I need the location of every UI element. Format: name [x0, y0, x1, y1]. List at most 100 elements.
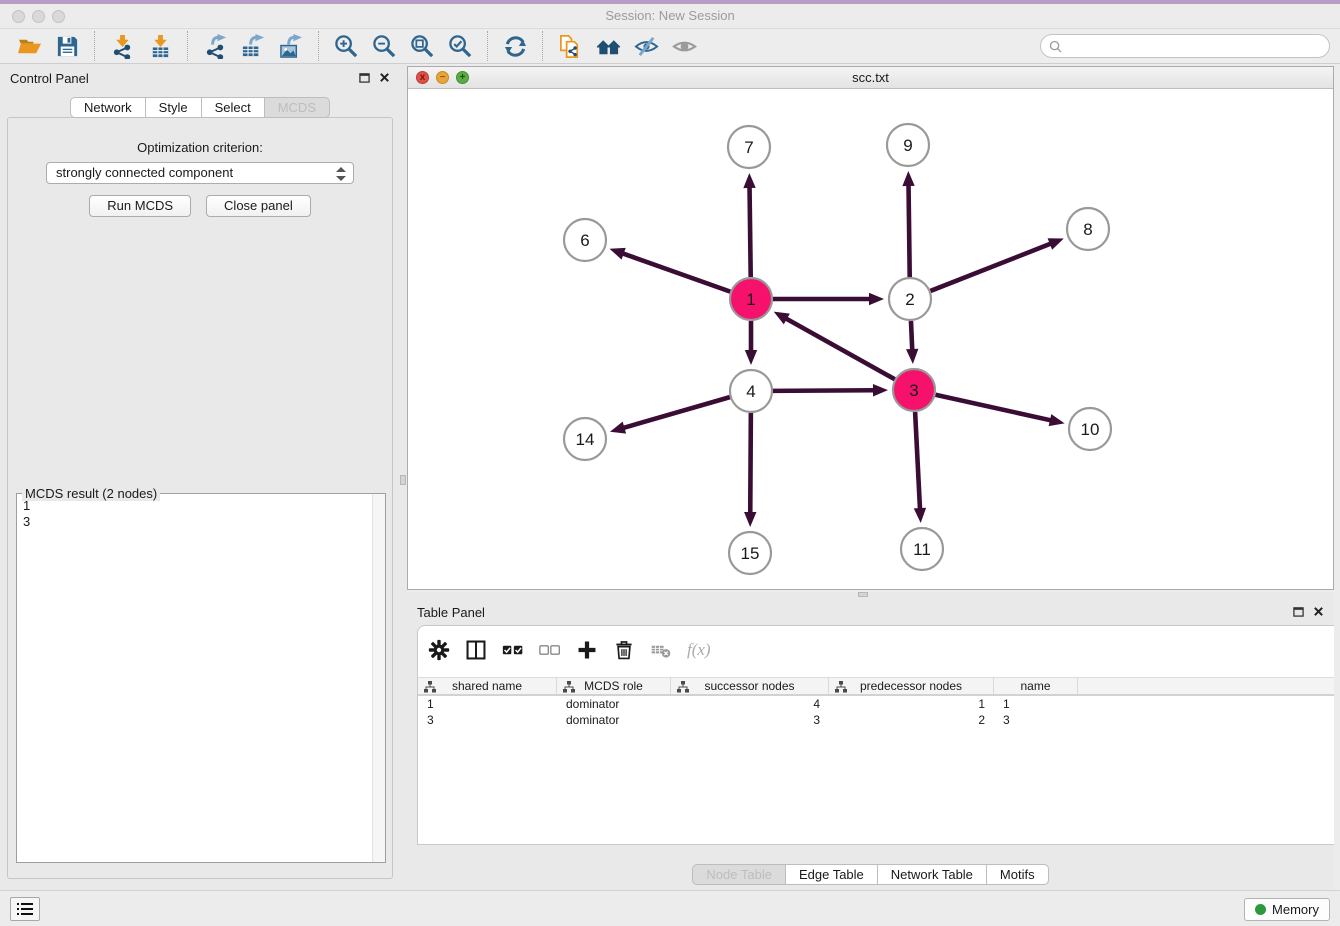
- toolbar-separator: [542, 31, 543, 61]
- export-image-button[interactable]: [272, 30, 310, 62]
- home-button[interactable]: [589, 30, 627, 62]
- edge-4-3[interactable]: [773, 390, 875, 391]
- node-label-11: 11: [913, 540, 931, 559]
- edge-arrowhead: [914, 508, 926, 523]
- cell-name[interactable]: 3: [994, 712, 1078, 728]
- float-panel-icon[interactable]: [1293, 606, 1304, 617]
- show-panel-icon: [672, 34, 697, 59]
- node-label-2: 2: [905, 290, 914, 309]
- save-button[interactable]: [48, 30, 86, 62]
- window-title: Session: New Session: [0, 4, 1340, 28]
- column-header-successor-nodes[interactable]: successor nodes: [671, 678, 829, 694]
- delete-button[interactable]: [613, 637, 635, 663]
- column-header-shared-name[interactable]: shared name: [418, 678, 557, 694]
- columns-button[interactable]: [465, 637, 487, 663]
- search-input[interactable]: [1062, 38, 1321, 54]
- edge-2-3[interactable]: [911, 321, 912, 351]
- network-graph: 1234678910111415: [408, 90, 1333, 590]
- tab-style[interactable]: Style: [145, 97, 202, 118]
- zoom-selected-button[interactable]: [441, 30, 479, 62]
- delete-table-icon: [650, 639, 672, 661]
- open-button[interactable]: [10, 30, 48, 62]
- export-table-button[interactable]: [234, 30, 272, 62]
- zoom-out-button[interactable]: [365, 30, 403, 62]
- cell-name[interactable]: 1: [994, 696, 1078, 712]
- vertical-split-divider[interactable]: [400, 64, 407, 890]
- edge-arrowhead: [869, 293, 884, 305]
- select-all-button[interactable]: [502, 637, 524, 663]
- edge-arrowhead: [1049, 414, 1065, 426]
- edge-arrowhead: [609, 248, 625, 260]
- edge-2-9[interactable]: [909, 184, 910, 277]
- column-type-icon: [677, 681, 689, 693]
- tab-node-table[interactable]: Node Table: [692, 864, 786, 885]
- edge-3-11[interactable]: [915, 412, 920, 510]
- add-button[interactable]: [576, 637, 598, 663]
- result-scrollbar[interactable]: [372, 494, 385, 862]
- tab-mcds[interactable]: MCDS: [264, 97, 330, 118]
- edge-1-6[interactable]: [622, 253, 731, 292]
- tab-edge-table[interactable]: Edge Table: [785, 864, 878, 885]
- cell-shared-name[interactable]: 1: [418, 696, 557, 712]
- zoom-fit-button[interactable]: [403, 30, 441, 62]
- cell-predecessor-nodes[interactable]: 1: [829, 696, 994, 712]
- memory-label: Memory: [1272, 902, 1319, 917]
- edge-2-8[interactable]: [930, 243, 1051, 291]
- divider-handle[interactable]: [400, 475, 406, 485]
- export-network-button[interactable]: [196, 30, 234, 62]
- divider-handle[interactable]: [858, 592, 868, 597]
- table-panel-title: Table Panel: [417, 605, 485, 620]
- cell-successor-nodes[interactable]: 3: [671, 712, 829, 728]
- delete-table-button[interactable]: [650, 637, 672, 663]
- show-panel-button[interactable]: [665, 30, 703, 62]
- close-panel-button[interactable]: Close panel: [206, 195, 311, 217]
- cell-MCDS-role[interactable]: dominator: [557, 696, 671, 712]
- cell-shared-name[interactable]: 3: [418, 712, 557, 728]
- run-mcds-button[interactable]: Run MCDS: [89, 195, 191, 217]
- refresh-button[interactable]: [496, 30, 534, 62]
- import-network-icon: [110, 34, 135, 59]
- gear-button[interactable]: [428, 637, 450, 663]
- control-panel-header: Control Panel: [0, 64, 400, 94]
- import-table-button[interactable]: [141, 30, 179, 62]
- close-panel-icon[interactable]: [379, 72, 390, 83]
- zoom-in-button[interactable]: [327, 30, 365, 62]
- search-box[interactable]: [1040, 34, 1330, 58]
- float-panel-icon[interactable]: [359, 72, 370, 83]
- deselect-all-button[interactable]: [539, 637, 561, 663]
- node-table[interactable]: shared nameMCDS rolesuccessor nodesprede…: [418, 677, 1334, 728]
- edge-1-7[interactable]: [750, 186, 751, 277]
- cell-predecessor-nodes[interactable]: 2: [829, 712, 994, 728]
- tab-network-table[interactable]: Network Table: [877, 864, 987, 885]
- cell-successor-nodes[interactable]: 4: [671, 696, 829, 712]
- list-icon: [16, 901, 34, 917]
- function-button[interactable]: f(x): [687, 637, 711, 663]
- edge-4-14[interactable]: [622, 397, 729, 428]
- hide-panel-button[interactable]: [627, 30, 665, 62]
- tab-network[interactable]: Network: [70, 97, 146, 118]
- control-panel-tabs: NetworkStyleSelectMCDS: [0, 97, 400, 118]
- node-label-10: 10: [1081, 420, 1100, 439]
- task-history-button[interactable]: [10, 897, 40, 921]
- edge-3-10[interactable]: [935, 395, 1051, 421]
- tab-motifs[interactable]: Motifs: [986, 864, 1049, 885]
- node-label-15: 15: [741, 544, 760, 563]
- column-header-name[interactable]: name: [994, 678, 1078, 694]
- edge-3-1[interactable]: [785, 318, 895, 379]
- network-canvas[interactable]: 1234678910111415: [408, 90, 1333, 589]
- memory-button[interactable]: Memory: [1244, 898, 1330, 921]
- clone-view-button[interactable]: [551, 30, 589, 62]
- tab-select[interactable]: Select: [201, 97, 265, 118]
- control-panel: Control Panel NetworkStyleSelectMCDS Opt…: [0, 64, 400, 890]
- column-header-predecessor-nodes[interactable]: predecessor nodes: [829, 678, 994, 694]
- column-header-MCDS-role[interactable]: MCDS role: [557, 678, 671, 694]
- table-row[interactable]: 1dominator411: [418, 696, 1334, 712]
- mcds-result-text[interactable]: 1 3: [17, 496, 372, 862]
- table-row[interactable]: 3dominator323: [418, 712, 1334, 728]
- cell-MCDS-role[interactable]: dominator: [557, 712, 671, 728]
- network-window-titlebar[interactable]: x − + scc.txt: [408, 67, 1333, 89]
- import-network-button[interactable]: [103, 30, 141, 62]
- close-panel-icon[interactable]: [1313, 606, 1324, 617]
- optimization-criterion-dropdown[interactable]: strongly connected component: [46, 162, 354, 184]
- edge-4-15[interactable]: [750, 413, 751, 514]
